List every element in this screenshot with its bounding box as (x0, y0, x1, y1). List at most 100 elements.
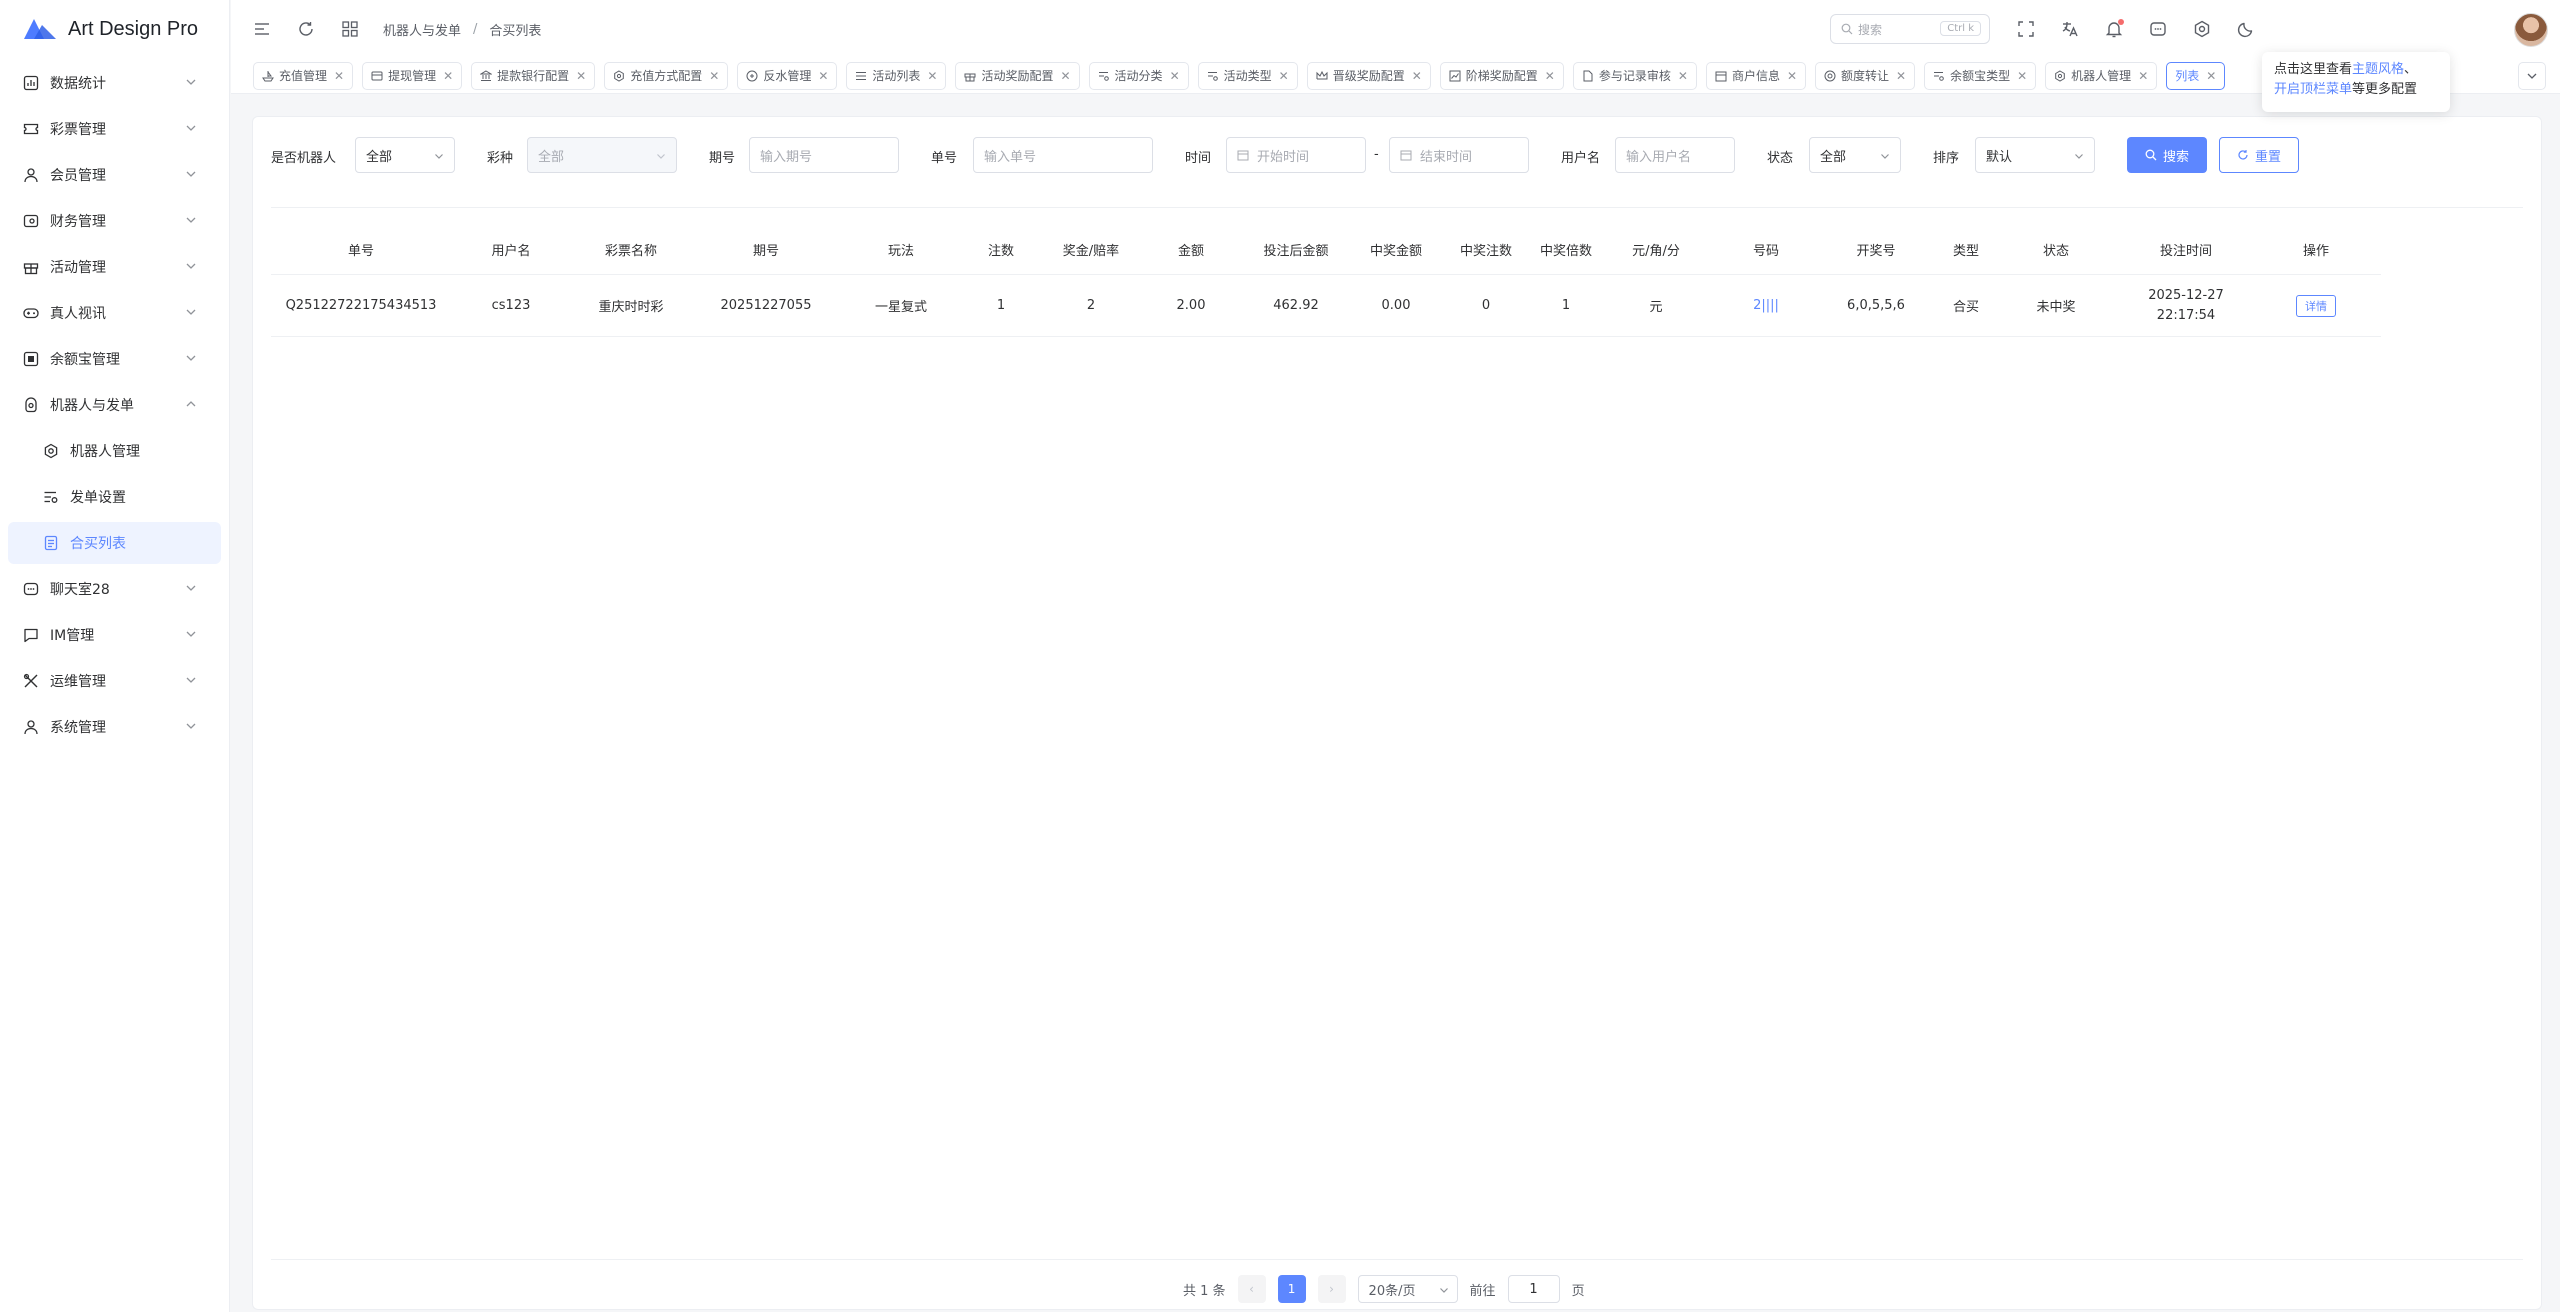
cell-bets: 1 (996, 298, 1006, 313)
sidebar-item-live-video[interactable]: 真人视讯 (8, 292, 221, 334)
close-icon[interactable]: ✕ (1678, 69, 1688, 83)
order-number-input[interactable]: 输入单号 (973, 137, 1153, 173)
fullscreen-icon[interactable] (2015, 18, 2037, 40)
sidebar-item-label: 真人视讯 (50, 306, 106, 322)
tab-activity-reward-config[interactable]: 活动奖励配置 ✕ (955, 61, 1080, 90)
settings-gear-icon[interactable] (2191, 18, 2213, 40)
close-icon[interactable]: ✕ (1060, 69, 1070, 83)
apps-grid-icon[interactable] (339, 18, 361, 40)
tab-quota-transfer[interactable]: 额度转让 ✕ (1815, 61, 1916, 90)
tab-recharge-method-config[interactable]: 充值方式配置 ✕ (604, 61, 729, 90)
close-icon[interactable]: ✕ (1412, 69, 1422, 83)
notification-dot (2118, 19, 2124, 25)
period-input[interactable]: 输入期号 (749, 137, 899, 173)
gamepad-icon (22, 304, 40, 322)
start-time-input[interactable]: 开始时间 (1226, 137, 1366, 173)
goto-page-input[interactable]: 1 (1507, 1275, 1560, 1303)
notification-bell-icon[interactable] (2103, 18, 2125, 40)
tab-activity-list[interactable]: 活动列表 ✕ (846, 61, 947, 90)
robot-select[interactable]: 全部 (355, 137, 455, 173)
tab-withdraw[interactable]: 提现管理 ✕ (362, 61, 463, 90)
sidebar-item-system[interactable]: 系统管理 (8, 706, 221, 748)
tab-merchant-info[interactable]: 商户信息 ✕ (1705, 61, 1807, 90)
sidebar-item-group-buy-list[interactable]: 合买列表 (8, 522, 221, 564)
close-icon[interactable]: ✕ (2206, 69, 2216, 83)
translate-icon[interactable] (2059, 18, 2081, 40)
avatar[interactable] (2514, 13, 2548, 47)
sidebar-item-yuebao[interactable]: 余额宝管理 (8, 338, 221, 380)
username-input[interactable]: 输入用户名 (1615, 137, 1735, 173)
sidebar-item-activities[interactable]: 活动管理 (8, 246, 221, 288)
close-icon[interactable]: ✕ (2017, 69, 2027, 83)
global-search[interactable]: 搜索 Ctrl k (1830, 14, 1990, 44)
sidebar-item-robots[interactable]: 机器人与发单 (8, 384, 221, 426)
tab-activity-type[interactable]: 活动类型 ✕ (1197, 61, 1298, 90)
close-icon[interactable]: ✕ (1787, 69, 1797, 83)
close-icon[interactable]: ✕ (443, 69, 453, 83)
tab-recharge[interactable]: 充值管理 ✕ (253, 61, 354, 90)
tab-promotion-reward-config[interactable]: 晋级奖励配置 ✕ (1306, 61, 1431, 90)
sidebar-item-chatroom-28[interactable]: 聊天室28 (8, 568, 221, 610)
search-button[interactable]: 搜索 (2127, 137, 2207, 173)
tab-participation-review[interactable]: 参与记录审核 ✕ (1572, 61, 1697, 90)
refresh-icon[interactable] (295, 18, 317, 40)
sidebar-item-members[interactable]: 会员管理 (8, 154, 221, 196)
chat-icon[interactable] (2147, 18, 2169, 40)
tab-group-buy-list[interactable]: 列表 ✕ (2166, 61, 2226, 90)
sidebar-item-finance[interactable]: 财务管理 (8, 200, 221, 242)
close-icon[interactable]: ✕ (2138, 69, 2148, 83)
lottery-select[interactable]: 全部 (527, 137, 677, 173)
breadcrumb-item[interactable]: 机器人与发单 (383, 20, 461, 39)
close-icon[interactable]: ✕ (927, 69, 937, 83)
sort-select[interactable]: 默认 (1975, 137, 2095, 173)
tooltip-link-theme[interactable]: 主题风格 (2352, 62, 2404, 77)
sidebar-item-im[interactable]: IM管理 (8, 614, 221, 656)
sidebar-item-robot-management[interactable]: 机器人管理 (8, 430, 221, 472)
lottery-filter-label: 彩种 (487, 151, 514, 166)
page-size-select[interactable]: 20条/页 (1357, 1275, 1458, 1303)
page-button-1[interactable]: 1 (1277, 1275, 1306, 1303)
tab-ladder-reward-config[interactable]: 阶梯奖励配置 ✕ (1439, 61, 1564, 90)
close-icon[interactable]: ✕ (709, 69, 719, 83)
tab-activity-category[interactable]: 活动分类 ✕ (1088, 61, 1189, 90)
reset-button[interactable]: 重置 (2219, 137, 2299, 173)
tabs-more-button[interactable] (2518, 62, 2546, 90)
cell-win-amount: 0.00 (1381, 298, 1411, 313)
cell-actions: 详情 (2261, 294, 2371, 317)
tabs-bar: 充值管理 ✕ 提现管理 ✕ 提款银行配置 ✕ 充值方式配置 ✕ 反水管理 ✕ 活动列表 ✕ … (231, 58, 2560, 94)
app-logo[interactable]: Art Design Pro (0, 0, 229, 58)
close-icon[interactable]: ✕ (818, 69, 828, 83)
column-header: 单号 (347, 244, 374, 259)
breadcrumb: 机器人与发单 / 合买列表 (383, 20, 541, 39)
tab-label: 机器人管理 (2071, 69, 2132, 83)
close-icon[interactable]: ✕ (576, 69, 586, 83)
sidebar-item-data-stats[interactable]: 数据统计 (8, 62, 221, 104)
moon-icon[interactable] (2235, 18, 2257, 40)
prev-page-button[interactable]: ‹ (1237, 1275, 1266, 1303)
status-select[interactable]: 全部 (1809, 137, 1901, 173)
tab-robot-management[interactable]: 机器人管理 ✕ (2045, 61, 2158, 90)
sidebar-item-label: 余额宝管理 (50, 352, 120, 368)
close-icon[interactable]: ✕ (1170, 69, 1180, 83)
close-icon[interactable]: ✕ (1896, 69, 1906, 83)
sidebar-item-order-settings[interactable]: 发单设置 (8, 476, 221, 518)
tooltip-link-topbar-menu[interactable]: 开启顶栏菜单 (2274, 82, 2352, 97)
close-icon[interactable]: ✕ (1545, 69, 1555, 83)
tab-yuebao-type[interactable]: 余额宝类型 ✕ (1924, 61, 2037, 90)
menu-collapse-icon[interactable] (251, 18, 273, 40)
close-icon[interactable]: ✕ (334, 69, 344, 83)
sidebar-item-label: 发单设置 (70, 490, 126, 506)
sidebar-item-ops[interactable]: 运维管理 (8, 660, 221, 702)
tab-rebate[interactable]: 反水管理 ✕ (737, 61, 838, 90)
next-page-button[interactable]: › (1317, 1275, 1346, 1303)
topbar: 机器人与发单 / 合买列表 搜索 Ctrl k (231, 0, 2560, 58)
tab-withdraw-bank-config[interactable]: 提款银行配置 ✕ (471, 61, 596, 90)
column-header: 号码 (1752, 244, 1779, 259)
username-filter-label: 用户名 (1561, 151, 1601, 166)
end-time-input[interactable]: 结束时间 (1389, 137, 1529, 173)
sidebar-item-lottery[interactable]: 彩票管理 (8, 108, 221, 150)
username-input-placeholder: 输入用户名 (1626, 149, 1692, 165)
cell-numbers-link[interactable]: 2|||| (1711, 298, 1821, 313)
detail-button[interactable]: 详情 (2296, 294, 2336, 317)
close-icon[interactable]: ✕ (1279, 69, 1289, 83)
